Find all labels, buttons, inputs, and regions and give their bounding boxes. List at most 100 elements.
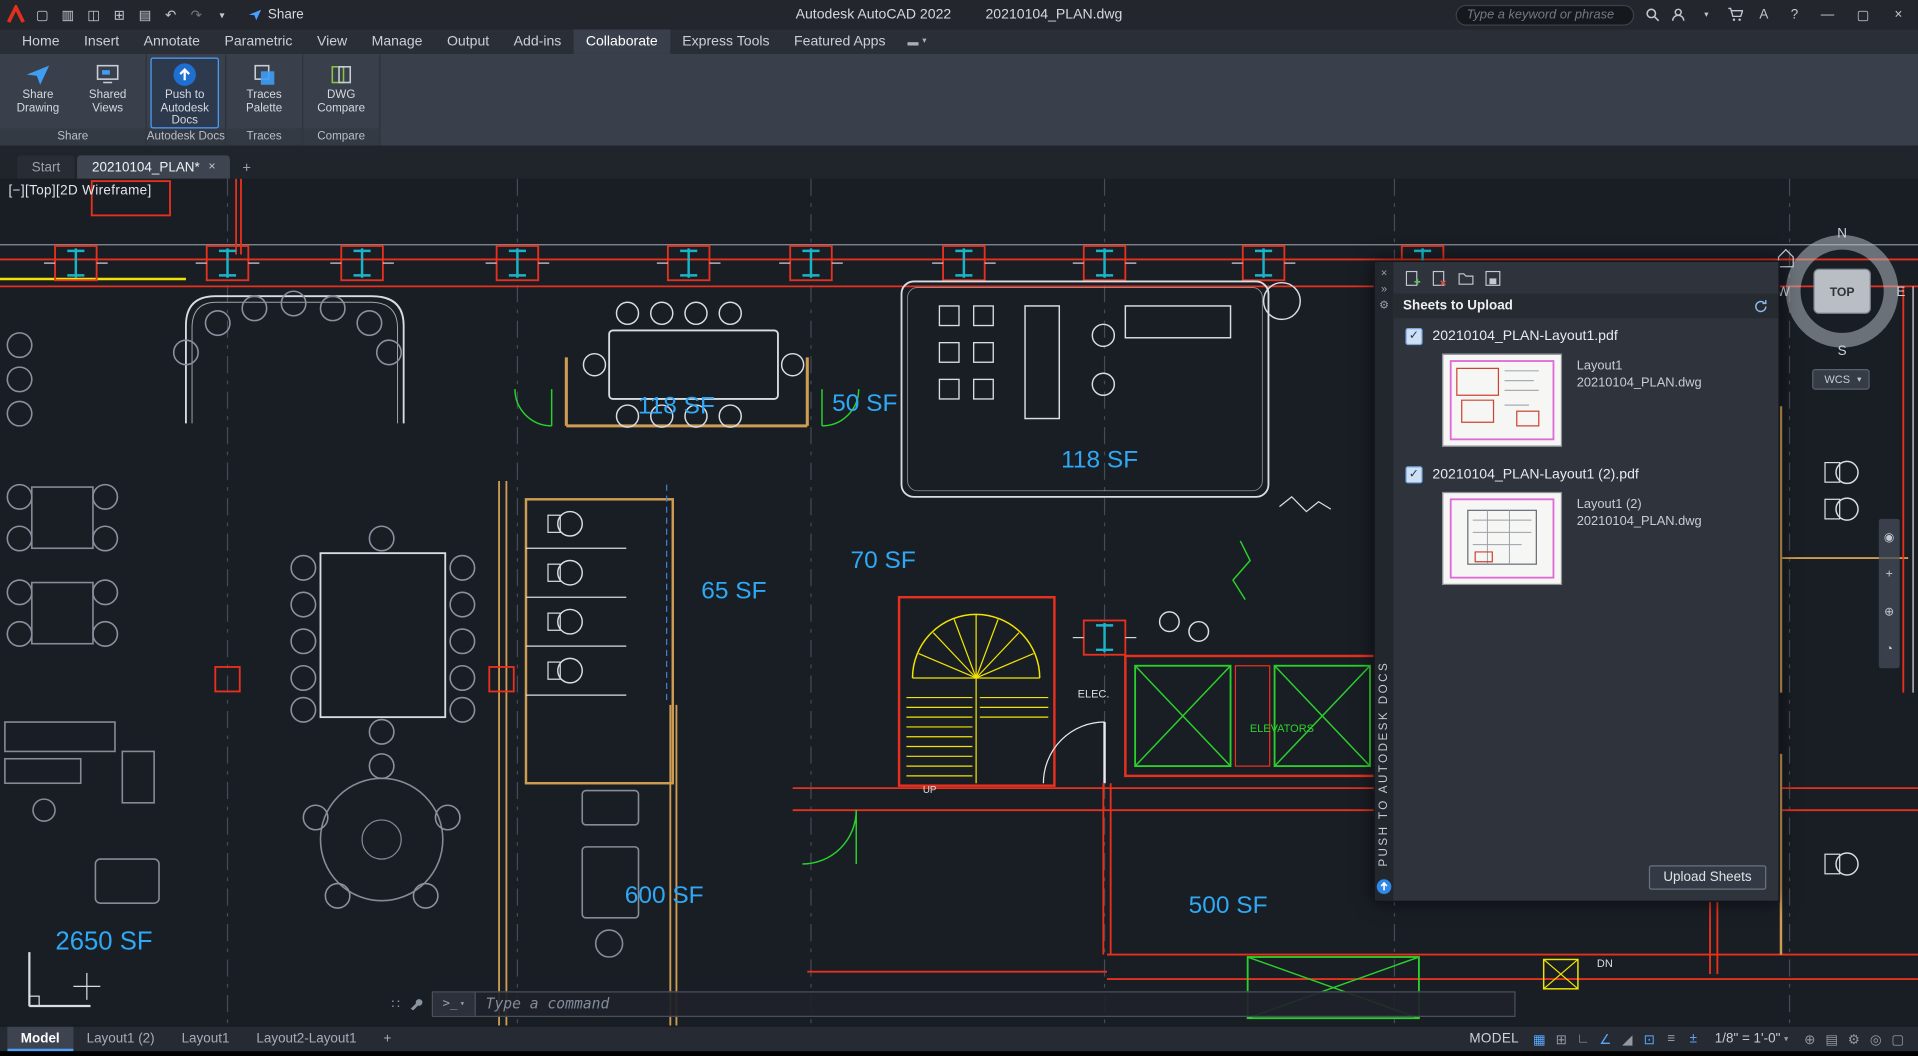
palette-title-strip: × » ⚙ PUSH TO AUTODESK DOCS	[1375, 262, 1393, 901]
viewcube[interactable]: N W E S TOP WCS ▾	[1774, 218, 1911, 402]
new-drawing-tab-button[interactable]: +	[233, 155, 261, 178]
traces-palette-button[interactable]: Traces Palette	[230, 58, 298, 129]
object-isolate-button[interactable]: ◎	[1865, 1031, 1886, 1047]
push-to-autodesk-docs-button[interactable]: Push to Autodesk Docs	[150, 58, 218, 129]
tab-home[interactable]: Home	[10, 29, 72, 53]
file-tab-document[interactable]: 20210104_PLAN* ×	[77, 155, 230, 178]
tab-parametric[interactable]: Parametric	[212, 29, 304, 53]
polar-tracking-toggle[interactable]: ∠	[1595, 1031, 1616, 1047]
lobby-chairs	[7, 291, 401, 426]
annotation-scale-toggle[interactable]: ⊕	[1799, 1031, 1820, 1047]
autocad-logo-icon[interactable]	[5, 5, 27, 25]
panel-label-traces[interactable]: Traces	[226, 128, 302, 145]
isodraft-toggle[interactable]: ◢	[1617, 1031, 1638, 1047]
file-tab-close-icon[interactable]: ×	[208, 160, 215, 173]
search-input[interactable]	[1464, 6, 1625, 23]
sheet-filename[interactable]: 20210104_PLAN-Layout1 (2).pdf	[1432, 467, 1638, 482]
add-sheets-icon[interactable]	[1403, 269, 1421, 287]
sheet-filename[interactable]: 20210104_PLAN-Layout1.pdf	[1432, 329, 1617, 344]
layout-tab-model[interactable]: Model	[7, 1027, 73, 1051]
search-field[interactable]	[1456, 4, 1635, 25]
search-icon[interactable]	[1645, 7, 1660, 22]
palette-close-icon[interactable]: ×	[1381, 266, 1387, 282]
share-button[interactable]: Share	[247, 7, 304, 22]
plot-button[interactable]: ▤	[135, 7, 156, 23]
sign-in-caret[interactable]: ▾	[1697, 10, 1717, 20]
maximize-button[interactable]: ▢	[1851, 7, 1875, 23]
annotation-visibility-toggle[interactable]: ▤	[1821, 1031, 1842, 1047]
command-input[interactable]	[476, 994, 1514, 1014]
home-icon[interactable]	[1779, 250, 1794, 267]
tab-output[interactable]: Output	[435, 29, 502, 53]
tab-add-ins[interactable]: Add-ins	[501, 29, 573, 53]
snap-toggle[interactable]: ⊞	[1551, 1031, 1572, 1047]
panel-label-autodesk-docs[interactable]: Autodesk Docs	[147, 128, 225, 145]
command-input-box[interactable]: >_▾	[432, 991, 1516, 1017]
workspace-switching-button[interactable]: ⚙	[1843, 1031, 1864, 1047]
layout-tab-layout1-2[interactable]: Layout1 (2)	[73, 1027, 168, 1051]
sheet-checkbox[interactable]: ✓	[1405, 328, 1422, 345]
sign-in-icon[interactable]	[1671, 7, 1686, 22]
layout-tab-layout1[interactable]: Layout1	[168, 1027, 243, 1051]
file-tab-start[interactable]: Start	[17, 155, 75, 178]
close-button[interactable]: ×	[1886, 7, 1910, 22]
tab-express-tools[interactable]: Express Tools	[670, 29, 782, 53]
viewcube-south[interactable]: S	[1838, 343, 1847, 358]
tab-insert[interactable]: Insert	[72, 29, 132, 53]
command-prompt-icon[interactable]: >_▾	[433, 992, 476, 1015]
viewcube-east[interactable]: E	[1896, 284, 1905, 299]
share-drawing-button[interactable]: Share Drawing	[4, 58, 72, 129]
tab-collaborate[interactable]: Collaborate	[574, 29, 670, 53]
layout-tab-layout2-layout1[interactable]: Layout2-Layout1	[243, 1027, 370, 1051]
viewport-controls-label[interactable]: [−][Top][2D Wireframe]	[9, 184, 152, 199]
tab-featured-apps[interactable]: Featured Apps	[782, 29, 898, 53]
lineweight-toggle[interactable]: ≡	[1661, 1032, 1682, 1047]
save-as-button[interactable]: ⊞	[109, 7, 130, 23]
stair	[899, 597, 1104, 785]
model-space-indicator[interactable]: MODEL	[1469, 1032, 1519, 1047]
open-folder-icon[interactable]	[1457, 269, 1475, 287]
ribbon-display-toggle[interactable]: ▬▾	[898, 29, 937, 53]
viewcube-north[interactable]: N	[1837, 225, 1847, 240]
dynamic-input-toggle[interactable]: ±	[1683, 1032, 1704, 1047]
sheet-checkbox[interactable]: ✓	[1405, 466, 1422, 483]
object-snap-toggle[interactable]: ⊡	[1639, 1031, 1660, 1047]
help-button[interactable]: ?	[1785, 7, 1805, 22]
autodesk-app-badge[interactable]: A	[1754, 7, 1774, 22]
dwg-compare-button[interactable]: DWG Compare	[307, 58, 375, 129]
tab-annotate[interactable]: Annotate	[131, 29, 212, 53]
orbit-icon[interactable]: ◔	[1886, 643, 1893, 656]
sheet-thumbnail[interactable]	[1442, 354, 1562, 447]
upload-sheets-button[interactable]: Upload Sheets	[1649, 865, 1767, 889]
refresh-icon[interactable]	[1753, 298, 1769, 314]
grid-toggle[interactable]: ▦	[1529, 1031, 1550, 1047]
open-file-button[interactable]: ▥	[57, 7, 78, 23]
sheet-thumbnail[interactable]	[1442, 492, 1562, 585]
qat-dropdown-button[interactable]: ▾	[212, 9, 233, 20]
save-sheets-icon[interactable]	[1484, 269, 1502, 287]
customize-wrench-icon[interactable]	[409, 996, 424, 1011]
save-button[interactable]: ◫	[83, 7, 104, 23]
palette-autohide-icon[interactable]: »	[1381, 281, 1387, 297]
add-layout-button[interactable]: +	[370, 1027, 405, 1051]
steering-wheel-icon[interactable]: ◉	[1884, 531, 1895, 544]
command-grip-icon[interactable]: ∷	[391, 996, 400, 1012]
panel-label-compare[interactable]: Compare	[303, 128, 379, 145]
minimize-button[interactable]: —	[1815, 7, 1839, 22]
shared-views-button[interactable]: Shared Views	[73, 58, 141, 129]
remove-sheets-icon[interactable]	[1430, 269, 1448, 287]
clean-screen-button[interactable]: ▢	[1887, 1031, 1908, 1047]
tab-view[interactable]: View	[305, 29, 360, 53]
undo-button[interactable]: ↶	[160, 7, 181, 23]
app-store-cart-icon[interactable]	[1727, 7, 1743, 22]
tab-manage[interactable]: Manage	[359, 29, 434, 53]
new-file-button[interactable]: ▢	[32, 7, 53, 23]
palette-settings-icon[interactable]: ⚙	[1379, 297, 1389, 313]
redo-button[interactable]: ↷	[186, 7, 207, 23]
pan-icon[interactable]: +	[1886, 568, 1893, 581]
zoom-icon[interactable]: ⊕	[1884, 605, 1894, 618]
ortho-toggle[interactable]: ∟	[1573, 1032, 1594, 1047]
panel-label-share[interactable]: Share	[0, 128, 146, 145]
annotation-scale-dropdown[interactable]: 1/8" = 1'-0"▾	[1715, 1032, 1789, 1047]
app-title: Autodesk AutoCAD 2022	[796, 7, 952, 22]
